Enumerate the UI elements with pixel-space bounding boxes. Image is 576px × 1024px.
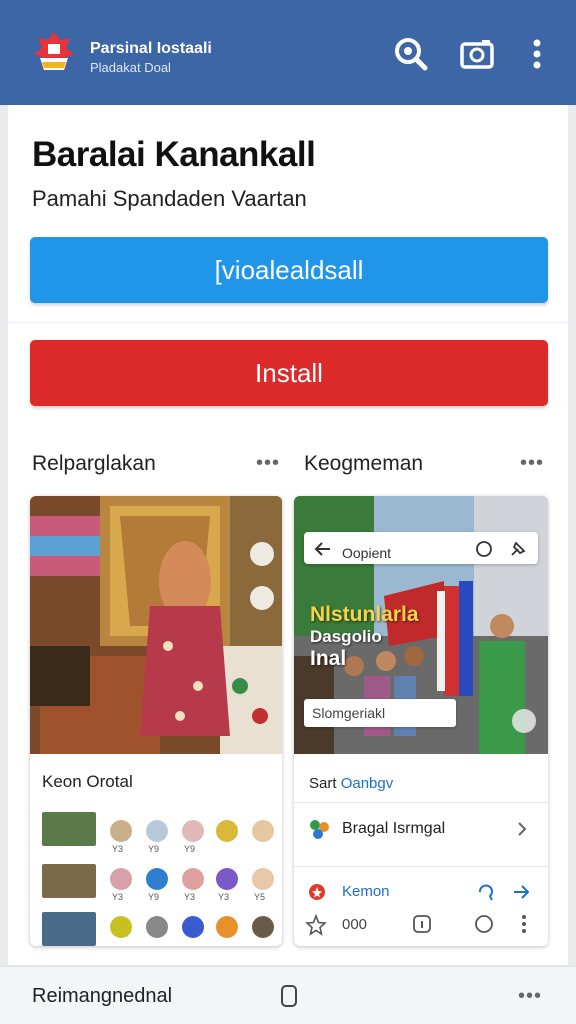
- flag-logo-icon: [34, 32, 74, 70]
- brand-title: Parsinal Iostaali: [90, 40, 212, 57]
- avatar[interactable]: [146, 868, 168, 890]
- card-caption: Keon Orotal: [42, 772, 133, 791]
- arrow-right-icon[interactable]: [512, 884, 530, 900]
- home-indicator-icon[interactable]: [280, 984, 298, 1008]
- avatar[interactable]: [110, 868, 132, 890]
- thumbnail-image[interactable]: [42, 812, 96, 846]
- avatar[interactable]: [182, 916, 204, 938]
- overlay-search-text: Oopient: [342, 545, 392, 561]
- more-vertical-icon: [533, 39, 541, 69]
- avatar[interactable]: [252, 868, 274, 890]
- market-photo: [30, 496, 282, 754]
- card-row-label: Sart Oanbgv: [309, 775, 394, 792]
- avatar-label: Y9: [148, 844, 160, 854]
- avatar-label: Y3: [218, 892, 230, 902]
- rating-count: 000: [342, 916, 368, 933]
- avatar[interactable]: [216, 916, 238, 938]
- badge-icon: [309, 884, 325, 900]
- avatar[interactable]: [110, 820, 132, 842]
- camera-icon: [460, 40, 494, 69]
- bottom-bar-label[interactable]: Reimangnednal: [32, 985, 172, 1008]
- search-icon: [395, 38, 428, 71]
- app-subtitle: Pamahi Spandaden Vaartan: [32, 186, 307, 211]
- avatar[interactable]: [182, 868, 204, 890]
- app-logo-icon: [310, 820, 329, 839]
- thumbnail-image[interactable]: [42, 912, 96, 946]
- divider: [8, 322, 568, 323]
- section-title-left: Relparglakan: [32, 452, 156, 475]
- overlay-search-bar[interactable]: [304, 532, 538, 564]
- more-options-button[interactable]: [518, 35, 556, 73]
- photo-search-box[interactable]: Slomgeriakl: [304, 699, 456, 727]
- avatar-label: Y5: [254, 892, 266, 902]
- avatar-label: Y9: [148, 892, 160, 902]
- brand-subtitle: Pladakat Doal: [90, 60, 171, 75]
- avatar[interactable]: [216, 868, 238, 890]
- avatar-label: Y3: [184, 892, 196, 902]
- list-item-label[interactable]: Bragal Isrmgal: [342, 820, 445, 838]
- search-button[interactable]: [392, 35, 430, 73]
- pin-icon[interactable]: [508, 539, 528, 559]
- circle-icon[interactable]: [475, 540, 493, 558]
- more-horizontal-icon[interactable]: •••: [256, 452, 280, 475]
- avatar[interactable]: [252, 820, 274, 842]
- more-horizontal-icon[interactable]: •••: [518, 985, 542, 1008]
- camera-button[interactable]: [458, 35, 496, 73]
- avatar[interactable]: [252, 916, 274, 938]
- avatar[interactable]: [146, 916, 168, 938]
- open-button[interactable]: [vioalealdsall: [30, 237, 548, 303]
- chevron-right-icon[interactable]: [516, 821, 528, 837]
- avatar[interactable]: [110, 916, 132, 938]
- info-icon[interactable]: [412, 914, 432, 934]
- avatar-label: Y3: [112, 892, 124, 902]
- avatar[interactable]: [182, 820, 204, 842]
- star-icon[interactable]: [305, 914, 327, 936]
- divider: [294, 802, 548, 803]
- section-title-right: Keogmeman: [304, 452, 424, 475]
- list-item-label[interactable]: Kemon: [342, 883, 390, 900]
- avatar-label: Y9: [184, 844, 196, 854]
- thumbnail-image[interactable]: [42, 864, 96, 898]
- avatar-label: Y3: [112, 844, 124, 854]
- share-icon[interactable]: [476, 882, 496, 902]
- avatar[interactable]: [146, 820, 168, 842]
- more-horizontal-icon[interactable]: •••: [520, 452, 544, 475]
- avatar[interactable]: [216, 820, 238, 842]
- divider: [294, 866, 548, 867]
- circle-icon[interactable]: [474, 914, 494, 934]
- more-vertical-icon[interactable]: [520, 914, 528, 934]
- app-title: Baralai Kanankall: [32, 135, 316, 174]
- back-arrow-icon[interactable]: [314, 541, 332, 557]
- photo-headline: Nlstunlarla Dasgolio Inal: [310, 603, 419, 670]
- install-button[interactable]: Install: [30, 340, 548, 406]
